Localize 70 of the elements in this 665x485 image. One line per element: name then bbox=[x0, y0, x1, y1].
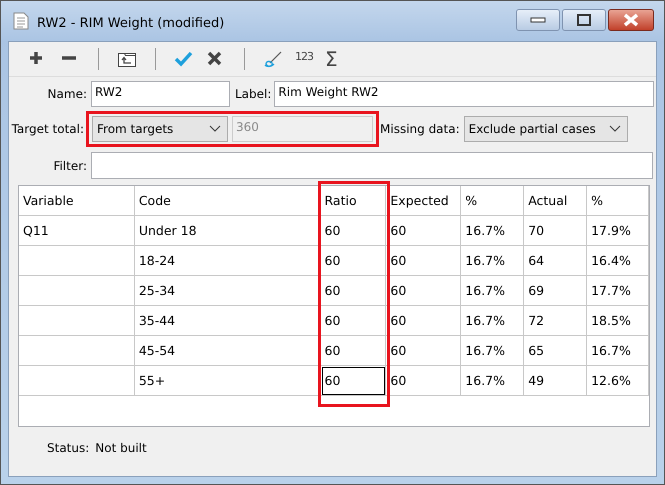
table-cell: 16.7% bbox=[461, 366, 524, 396]
table-cell[interactable]: 60 bbox=[320, 336, 386, 366]
table-cell: 65 bbox=[524, 336, 588, 366]
minimize-icon bbox=[530, 17, 546, 23]
table-cell: 45-54 bbox=[134, 336, 320, 366]
table-cell: 60 bbox=[386, 276, 462, 306]
toolbar-button[interactable]: Σ bbox=[319, 47, 344, 71]
table-cell: 60 bbox=[386, 306, 462, 336]
check-icon[interactable] bbox=[174, 50, 194, 68]
column-header[interactable]: Ratio bbox=[320, 186, 386, 216]
toolbar-button[interactable]: 123 bbox=[289, 50, 319, 62]
table-cell: 16.7% bbox=[461, 216, 524, 246]
table-cell: 16.7% bbox=[461, 246, 524, 276]
table-cell: 49 bbox=[524, 366, 588, 396]
table-cell: 60 bbox=[386, 246, 462, 276]
table-cell: 17.9% bbox=[587, 216, 650, 246]
table-cell: 69 bbox=[524, 276, 588, 306]
table-cell: 25-34 bbox=[134, 276, 320, 306]
maximize-icon bbox=[577, 14, 591, 26]
target-dropdown[interactable]: From targets bbox=[92, 116, 228, 142]
table-cell: 70 bbox=[524, 216, 588, 246]
status-value: Not built bbox=[95, 441, 147, 455]
table-cell: Q11 bbox=[19, 216, 135, 246]
table-cell: 16.7% bbox=[461, 306, 524, 336]
table-cell: 16.7% bbox=[461, 276, 524, 306]
table-cell: 17.7% bbox=[587, 276, 650, 306]
field-label: Target total: bbox=[10, 122, 85, 136]
table-cell: 18.5% bbox=[587, 306, 650, 336]
chevron-down-icon[interactable] bbox=[209, 125, 221, 133]
column-header[interactable]: Variable bbox=[19, 186, 135, 216]
table-cell: 18-24 bbox=[134, 246, 320, 276]
column-header[interactable]: % bbox=[461, 186, 524, 216]
table-cell: 60 bbox=[386, 366, 462, 396]
filter-field[interactable] bbox=[91, 152, 653, 179]
table-cell: 72 bbox=[524, 306, 588, 336]
document-icon bbox=[13, 12, 29, 30]
field-label: Name: bbox=[46, 87, 88, 101]
close-button[interactable] bbox=[608, 9, 654, 31]
brush-icon[interactable] bbox=[263, 50, 283, 68]
table-cell: 55+ bbox=[134, 366, 320, 396]
table-cell[interactable]: 60 bbox=[320, 306, 386, 336]
column-header[interactable]: % bbox=[587, 186, 650, 216]
name-field[interactable]: RW2 bbox=[91, 81, 230, 107]
column-header[interactable]: Actual bbox=[524, 186, 588, 216]
chevron-down-icon[interactable] bbox=[608, 125, 621, 133]
status-label: Status: bbox=[47, 441, 90, 455]
field-label: Missing data: bbox=[380, 122, 460, 136]
minimize-button[interactable] bbox=[516, 9, 560, 31]
window-title: RW2 - RIM Weight (modified) bbox=[37, 16, 226, 30]
field-label: Filter: bbox=[52, 158, 88, 172]
table-cell: 16.4% bbox=[587, 246, 650, 276]
table-cell[interactable]: 60 bbox=[320, 216, 386, 246]
table-cell: 16.7% bbox=[587, 336, 650, 366]
table-cell: 12.6% bbox=[587, 366, 650, 396]
missing-data-dropdown[interactable]: Exclude partial cases bbox=[464, 116, 628, 142]
table-cell[interactable]: 60 bbox=[320, 246, 386, 276]
column-header[interactable]: Expected bbox=[386, 186, 462, 216]
table-cell: 60 bbox=[386, 216, 462, 246]
table-cell: Under 18 bbox=[134, 216, 320, 246]
close-icon bbox=[623, 13, 639, 27]
table-cell[interactable]: 60 bbox=[320, 366, 386, 396]
maximize-button[interactable] bbox=[562, 9, 606, 31]
table-cell: 60 bbox=[386, 336, 462, 366]
field-label: Label: bbox=[235, 87, 272, 101]
column-header[interactable]: Code bbox=[134, 186, 320, 216]
label-field[interactable]: Rim Weight RW2 bbox=[274, 81, 654, 107]
table-cell: 64 bbox=[524, 246, 588, 276]
table-cell[interactable]: 60 bbox=[320, 276, 386, 306]
table-cell: 16.7% bbox=[461, 336, 524, 366]
table-cell: 35-44 bbox=[134, 306, 320, 336]
